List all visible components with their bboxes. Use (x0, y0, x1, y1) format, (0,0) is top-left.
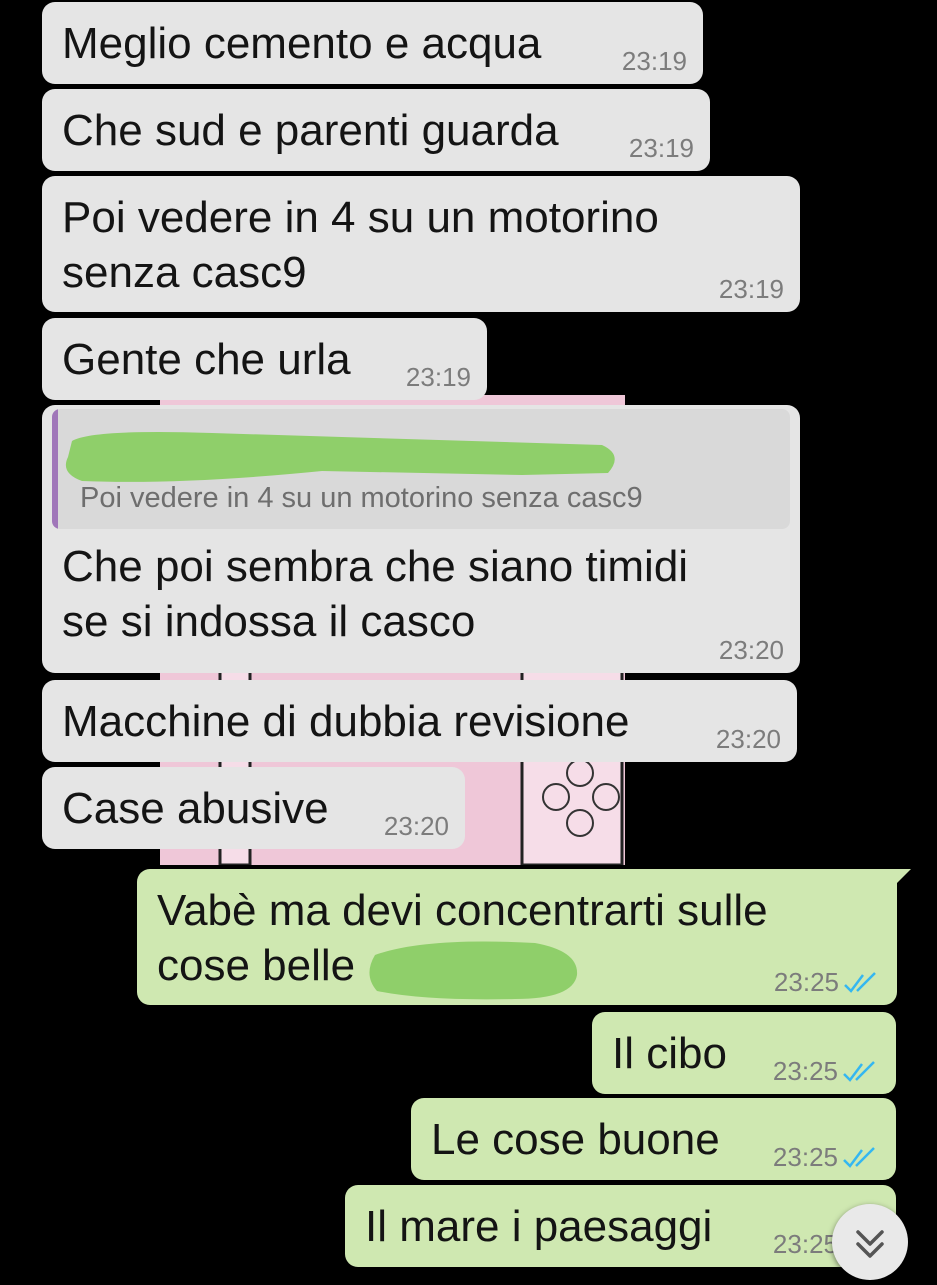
read-receipt-icon (843, 1061, 875, 1082)
message-time: 23:19 (621, 46, 687, 76)
message-time: 23:19 (405, 362, 471, 392)
message-time: 23:20 (718, 635, 784, 665)
message-outgoing[interactable]: Il mare i paesaggi 23:25 (345, 1185, 896, 1267)
message-incoming[interactable]: Poi vedere in 4 su un motorino senza cas… (42, 176, 800, 312)
read-receipt-icon (843, 1147, 875, 1168)
message-text-line: Che poi sembra che siano timidi (62, 542, 689, 591)
message-outgoing[interactable]: Le cose buone 23:25 (411, 1098, 896, 1180)
message-time: 23:25 (773, 967, 839, 997)
message-text-line: se si indossa il casco (62, 597, 476, 646)
message-text-line: senza casc9 (62, 248, 307, 297)
quoted-message-text: Poi vedere in 4 su un motorino senza cas… (80, 482, 643, 514)
double-chevron-down-icon (856, 1230, 884, 1258)
message-text: Macchine di dubbia revisione (62, 697, 630, 746)
message-time: 23:25 (772, 1056, 838, 1086)
message-incoming[interactable]: Meglio cemento e acqua 23:19 (42, 2, 703, 84)
message-time: 23:20 (383, 811, 449, 841)
scroll-to-bottom-button[interactable] (832, 1204, 908, 1280)
message-time: 23:25 (772, 1229, 838, 1259)
redaction-mark (369, 941, 578, 1000)
message-text-line: Poi vedere in 4 su un motorino (62, 193, 659, 242)
redaction-mark (65, 432, 615, 482)
message-incoming-reply[interactable]: Poi vedere in 4 su un motorino senza cas… (42, 405, 800, 673)
quote-bar (52, 409, 58, 529)
bubble-tail (895, 869, 911, 885)
message-time: 23:19 (718, 274, 784, 304)
message-incoming[interactable]: Che sud e parenti guarda 23:19 (42, 89, 710, 171)
message-time: 23:19 (628, 133, 694, 163)
message-time: 23:20 (715, 724, 781, 754)
message-outgoing[interactable]: Il cibo 23:25 (592, 1012, 896, 1094)
message-incoming[interactable]: Case abusive 23:20 (42, 767, 465, 849)
message-incoming[interactable]: Macchine di dubbia revisione 23:20 (42, 680, 797, 762)
message-text-line: Vabè ma devi concentrarti sulle (157, 886, 768, 935)
read-receipt-icon (844, 972, 876, 993)
message-outgoing[interactable]: Vabè ma devi concentrarti sulle cose bel… (137, 869, 897, 1005)
message-text: Che sud e parenti guarda (62, 106, 559, 155)
quoted-message[interactable]: Poi vedere in 4 su un motorino senza cas… (52, 409, 790, 529)
message-time: 23:25 (772, 1142, 838, 1172)
message-incoming[interactable]: Gente che urla 23:19 (42, 318, 487, 400)
message-text: Meglio cemento e acqua (62, 19, 542, 68)
